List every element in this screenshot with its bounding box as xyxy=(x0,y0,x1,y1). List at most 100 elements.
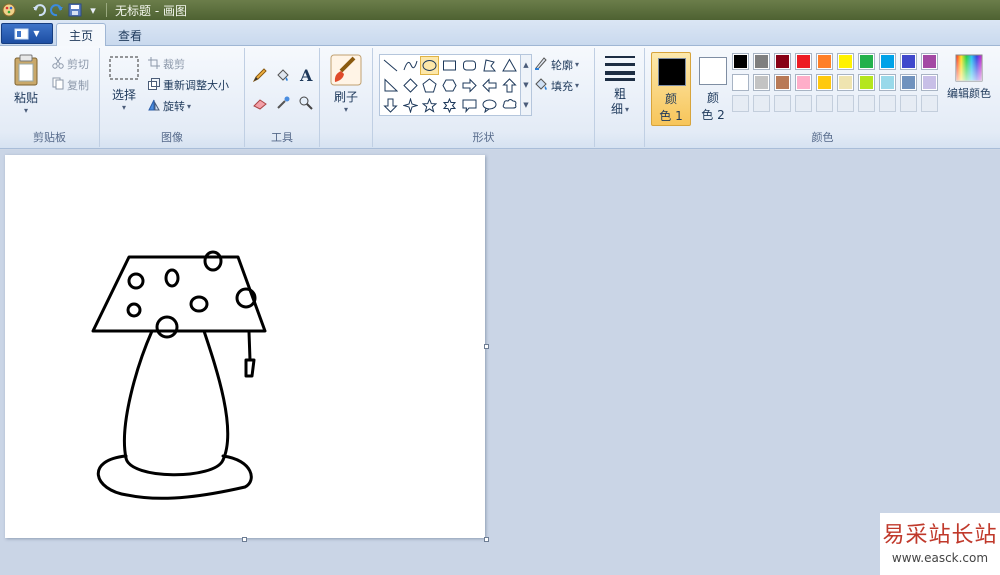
hexagon-shape-icon[interactable] xyxy=(440,76,459,95)
curve-shape-icon[interactable] xyxy=(401,56,420,75)
resize-handle-bottom[interactable] xyxy=(242,537,247,542)
custom-color-slot[interactable] xyxy=(879,95,896,112)
custom-color-slot[interactable] xyxy=(795,95,812,112)
triangle-shape-icon[interactable] xyxy=(500,56,519,75)
shapes-gallery xyxy=(379,54,521,116)
palette-swatch[interactable] xyxy=(858,53,875,70)
palette-swatch[interactable] xyxy=(837,74,854,91)
right-triangle-shape-icon[interactable] xyxy=(381,76,400,95)
custom-color-slot[interactable] xyxy=(816,95,833,112)
palette-swatch[interactable] xyxy=(858,74,875,91)
custom-color-slot[interactable] xyxy=(837,95,854,112)
palette-swatch[interactable] xyxy=(837,53,854,70)
text-tool-icon[interactable]: A xyxy=(295,64,316,85)
magnifier-icon[interactable] xyxy=(295,92,316,113)
palette-swatch[interactable] xyxy=(816,53,833,70)
paint-menu-button[interactable]: ▼ xyxy=(1,23,53,44)
diamond-shape-icon[interactable] xyxy=(401,76,420,95)
custom-color-slot[interactable] xyxy=(900,95,917,112)
palette-swatch[interactable] xyxy=(900,53,917,70)
swatch-color xyxy=(755,76,768,89)
palette-swatch[interactable] xyxy=(753,53,770,70)
polygon-shape-icon[interactable] xyxy=(480,56,499,75)
palette-swatch[interactable] xyxy=(900,74,917,91)
custom-color-slot[interactable] xyxy=(753,95,770,112)
gallery-expand-icon[interactable]: ▼ xyxy=(523,101,528,109)
palette-swatch[interactable] xyxy=(795,53,812,70)
canvas-workspace[interactable] xyxy=(0,150,1000,575)
ribbon: 粘贴 ▾ 剪切 复制 剪贴板 选择 ▾ 裁剪 重新调整大小 旋转 ▾ 图像 A … xyxy=(0,46,1000,149)
tab-home[interactable]: 主页 xyxy=(56,23,107,47)
size-label-line1: 粗 xyxy=(613,87,626,101)
color-picker-icon[interactable] xyxy=(272,92,293,113)
select-label: 选择 xyxy=(111,88,136,102)
line-shape-icon[interactable] xyxy=(381,56,400,75)
select-button[interactable]: 选择 ▾ xyxy=(108,56,140,112)
rounded-rectangle-shape-icon[interactable] xyxy=(460,56,479,75)
six-point-star-shape-icon[interactable] xyxy=(440,96,459,115)
custom-color-slot[interactable] xyxy=(774,95,791,112)
resize-handle-corner[interactable] xyxy=(484,537,489,542)
copy-button[interactable]: 复制 xyxy=(52,77,89,93)
resize-handle-right[interactable] xyxy=(484,344,489,349)
pentagon-shape-icon[interactable] xyxy=(420,76,439,95)
right-arrow-shape-icon[interactable] xyxy=(460,76,479,95)
palette-swatch[interactable] xyxy=(921,74,938,91)
resize-button[interactable]: 重新调整大小 xyxy=(148,77,229,93)
scroll-up-icon[interactable]: ▲ xyxy=(523,61,528,69)
size-button[interactable]: 粗 细 ▾ xyxy=(602,54,638,117)
paint-app-icon[interactable] xyxy=(0,1,18,19)
pencil-icon[interactable] xyxy=(249,64,270,85)
brushes-button[interactable]: 刷子 ▾ xyxy=(328,54,364,114)
scroll-down-icon[interactable]: ▼ xyxy=(523,81,528,89)
palette-swatch[interactable] xyxy=(774,53,791,70)
undo-icon[interactable] xyxy=(30,1,48,19)
palette-swatch[interactable] xyxy=(732,74,749,91)
crop-button[interactable]: 裁剪 xyxy=(148,56,185,72)
palette-swatch[interactable] xyxy=(795,74,812,91)
palette-swatch[interactable] xyxy=(774,74,791,91)
rectangular-callout-shape-icon[interactable] xyxy=(460,96,479,115)
drawing-canvas[interactable] xyxy=(5,155,485,538)
swatch-color xyxy=(839,55,852,68)
five-point-star-shape-icon[interactable] xyxy=(420,96,439,115)
oval-callout-shape-icon[interactable] xyxy=(480,96,499,115)
palette-swatch[interactable] xyxy=(879,53,896,70)
custom-color-slot[interactable] xyxy=(921,95,938,112)
custom-color-slot[interactable] xyxy=(732,95,749,112)
cut-button[interactable]: 剪切 xyxy=(52,56,89,72)
rotate-label: 旋转 xyxy=(163,100,185,113)
color2-button[interactable]: 颜 色 2 xyxy=(695,52,731,126)
custom-color-slot[interactable] xyxy=(858,95,875,112)
cloud-callout-shape-icon[interactable] xyxy=(500,96,519,115)
paste-icon xyxy=(14,54,38,86)
down-arrow-shape-icon[interactable] xyxy=(381,96,400,115)
rotate-button[interactable]: 旋转 ▾ xyxy=(148,98,191,114)
rectangle-shape-icon[interactable] xyxy=(440,56,459,75)
swatch-color xyxy=(839,76,852,89)
save-icon[interactable] xyxy=(66,1,84,19)
customize-toolbar-icon[interactable]: ▾ xyxy=(84,1,102,19)
color1-button[interactable]: 颜 色 1 xyxy=(651,52,691,126)
palette-swatch[interactable] xyxy=(921,53,938,70)
paste-button[interactable]: 粘贴 ▾ xyxy=(8,54,44,115)
palette-swatch[interactable] xyxy=(753,74,770,91)
left-arrow-shape-icon[interactable] xyxy=(480,76,499,95)
scissors-icon xyxy=(52,56,64,72)
palette-swatch[interactable] xyxy=(732,53,749,70)
shapes-gallery-scrollbar[interactable]: ▲ ▼ ▼ xyxy=(521,54,532,116)
tab-view[interactable]: 查看 xyxy=(106,23,154,47)
oval-shape-icon[interactable] xyxy=(420,56,439,75)
outline-button[interactable]: 轮廓 ▾ xyxy=(534,56,579,73)
color1-label-line2: 色 1 xyxy=(659,109,683,123)
fill-bucket-icon[interactable] xyxy=(272,64,293,85)
up-arrow-shape-icon[interactable] xyxy=(500,76,519,95)
eraser-icon[interactable] xyxy=(249,92,270,113)
redo-icon[interactable] xyxy=(48,1,66,19)
swatch-color xyxy=(881,55,894,68)
palette-swatch[interactable] xyxy=(816,74,833,91)
palette-swatch[interactable] xyxy=(879,74,896,91)
four-point-star-shape-icon[interactable] xyxy=(401,96,420,115)
edit-colors-button[interactable]: 编辑颜色 xyxy=(943,54,995,101)
fill-button[interactable]: 填充 ▾ xyxy=(534,77,579,94)
